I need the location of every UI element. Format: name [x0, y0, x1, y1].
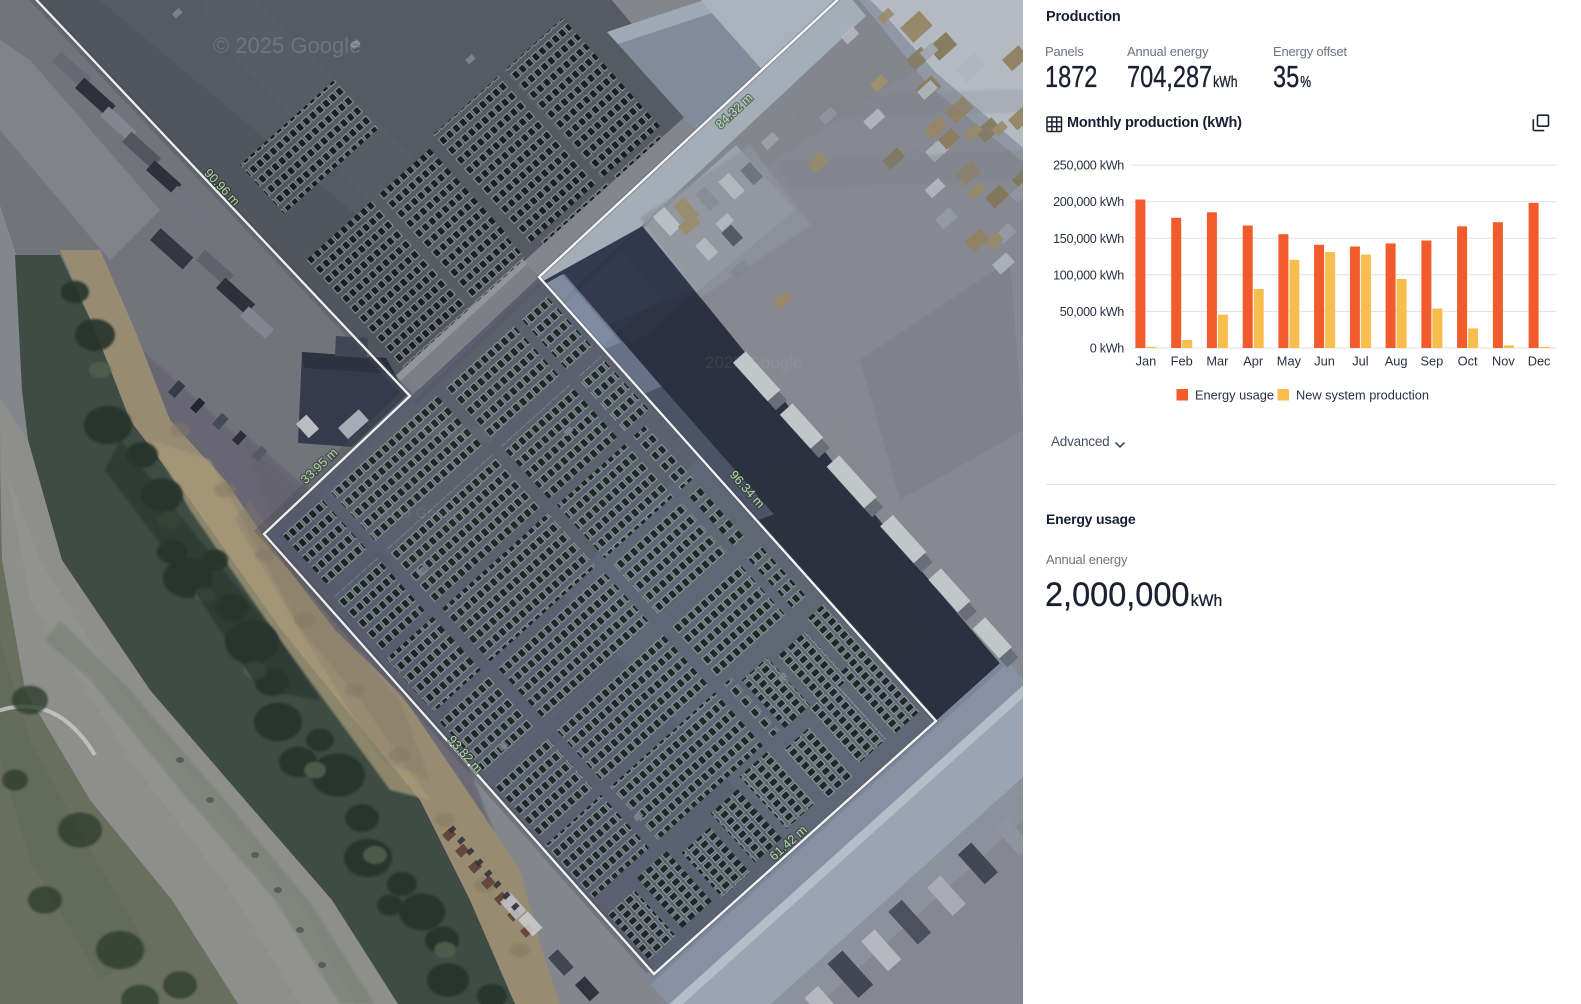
svg-text:250,000 kWh: 250,000 kWh: [1053, 159, 1124, 173]
svg-text:Feb: Feb: [1171, 354, 1193, 369]
svg-text:Jul: Jul: [1352, 354, 1368, 369]
svg-text:100,000 kWh: 100,000 kWh: [1053, 268, 1124, 282]
svg-text:© 2025 Google: © 2025 Google: [213, 33, 361, 58]
svg-text:Sep: Sep: [1421, 354, 1444, 369]
svg-text:Nov: Nov: [1492, 354, 1515, 369]
svg-text:Energy usage: Energy usage: [1195, 388, 1274, 403]
svg-text:Aug: Aug: [1385, 354, 1408, 369]
svg-text:50,000 kWh: 50,000 kWh: [1060, 305, 1125, 319]
svg-text:2025 Google: 2025 Google: [705, 353, 802, 372]
svg-text:Mar: Mar: [1206, 354, 1229, 369]
svg-text:Oct: Oct: [1458, 354, 1478, 369]
svg-text:150,000 kWh: 150,000 kWh: [1053, 232, 1124, 246]
svg-text:0 kWh: 0 kWh: [1090, 342, 1124, 356]
svg-text:May: May: [1277, 354, 1302, 369]
svg-text:Apr: Apr: [1243, 354, 1264, 369]
svg-text:Jun: Jun: [1314, 354, 1335, 369]
svg-text:2025 Google: 2025 Google: [378, 505, 464, 522]
svg-text:Dec: Dec: [1528, 354, 1551, 369]
svg-text:New system production: New system production: [1296, 388, 1429, 403]
svg-text:200,000 kWh: 200,000 kWh: [1053, 195, 1124, 209]
svg-text:Jan: Jan: [1136, 354, 1157, 369]
